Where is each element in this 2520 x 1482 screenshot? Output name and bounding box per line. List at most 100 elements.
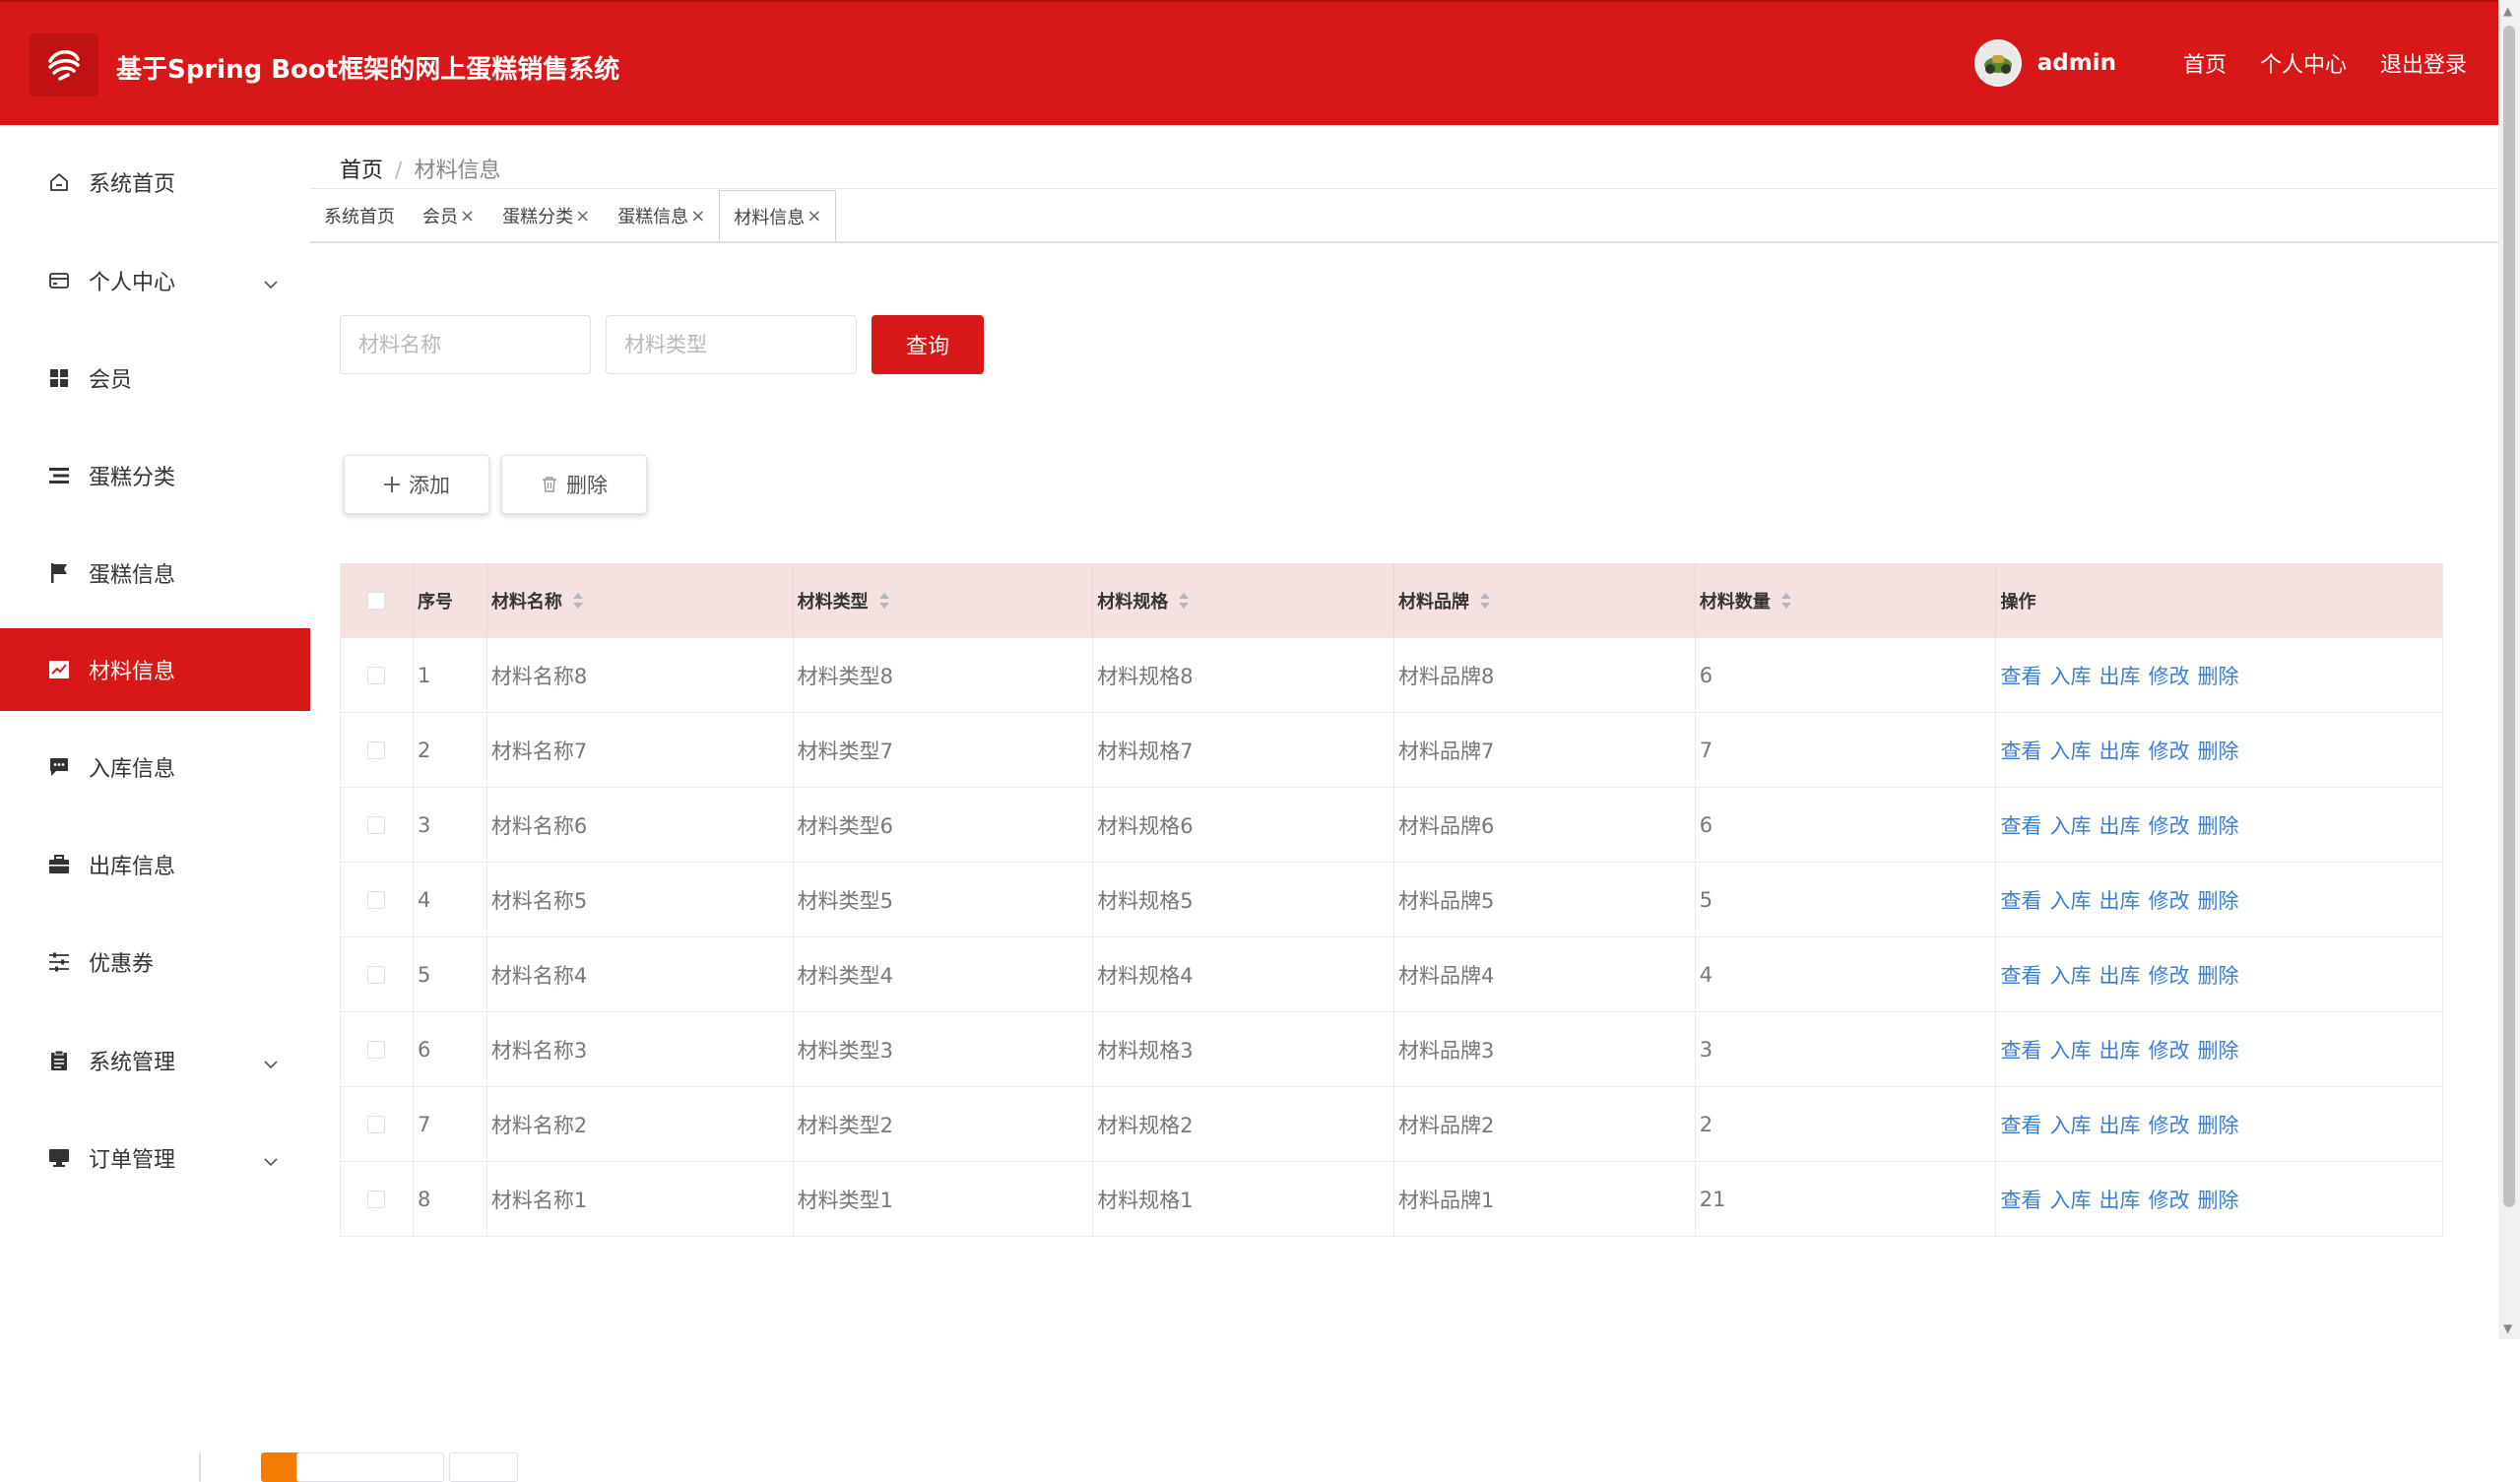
edit-link[interactable]: 修改 [2148,661,2189,690]
column-header-sortable[interactable]: 材料类型 [794,563,1094,637]
stock-out-link[interactable]: 出库 [2099,1035,2140,1064]
table-row[interactable]: 6 材料名称3 材料类型3 材料规格3 材料品牌3 3 查看 入库 出库 修改 删除 [341,1012,2442,1087]
close-icon[interactable]: × [575,206,590,226]
tab-home[interactable]: 系统首页 [310,190,409,241]
delete-link[interactable]: 删除 [2197,1035,2238,1064]
sidebar-item-cake-info[interactable]: 蛋糕信息 [0,532,310,614]
pagination-prev-button[interactable] [199,1452,201,1482]
stock-out-link[interactable]: 出库 [2099,736,2140,765]
view-link[interactable]: 查看 [2000,1035,2041,1064]
edit-link[interactable]: 修改 [2148,960,2189,990]
sort-icon[interactable] [1780,592,1792,610]
sidebar-item-cake-category[interactable]: 蛋糕分类 [0,434,310,517]
table-row[interactable]: 3 材料名称6 材料类型6 材料规格6 材料品牌6 6 查看 入库 出库 修改 删除 [341,788,2442,863]
header-link-logout[interactable]: 退出登录 [2380,47,2467,79]
view-link[interactable]: 查看 [2000,810,2041,840]
avatar[interactable] [1973,39,2022,87]
username[interactable]: admin [2037,50,2116,76]
pagination-size-select[interactable] [296,1452,444,1482]
tab-material-info[interactable]: 材料信息 × [719,190,837,241]
material-name-input[interactable] [340,315,591,374]
stock-in-link[interactable]: 入库 [2049,736,2091,765]
table-row[interactable]: 8 材料名称1 材料类型1 材料规格1 材料品牌1 21 查看 入库 出库 修改 删除 [341,1162,2442,1237]
table-row[interactable]: 2 材料名称7 材料类型7 材料规格7 材料品牌7 7 查看 入库 出库 修改 删除 [341,713,2442,788]
stock-out-link[interactable]: 出库 [2099,960,2140,990]
row-checkbox[interactable] [367,815,386,834]
scroll-down-arrow-icon[interactable]: ▼ [2503,1321,2512,1335]
header-link-home[interactable]: 首页 [2183,47,2227,79]
query-button[interactable]: 查询 [872,315,984,374]
delete-link[interactable]: 删除 [2197,810,2238,840]
sidebar-item-members[interactable]: 会员 [0,337,310,419]
sidebar-item-material-info[interactable]: 材料信息 [0,628,310,711]
stock-out-link[interactable]: 出库 [2099,1185,2140,1214]
row-checkbox[interactable] [367,741,386,759]
table-row[interactable]: 1 材料名称8 材料类型8 材料规格8 材料品牌8 6 查看 入库 出库 修改 删除 [341,638,2442,713]
sidebar-item-profile[interactable]: 个人中心 [0,239,310,322]
delete-link[interactable]: 删除 [2197,736,2238,765]
stock-out-link[interactable]: 出库 [2099,885,2140,915]
edit-link[interactable]: 修改 [2148,810,2189,840]
close-icon[interactable]: × [460,206,475,226]
stock-out-link[interactable]: 出库 [2099,661,2140,690]
column-header-sortable[interactable]: 材料名称 [487,563,794,637]
view-link[interactable]: 查看 [2000,1185,2041,1214]
breadcrumb-home[interactable]: 首页 [340,159,383,183]
edit-link[interactable]: 修改 [2148,1035,2189,1064]
view-link[interactable]: 查看 [2000,1110,2041,1139]
stock-in-link[interactable]: 入库 [2049,810,2091,840]
add-button[interactable]: 添加 [344,455,489,514]
material-type-input[interactable] [606,315,857,374]
stock-in-link[interactable]: 入库 [2049,661,2091,690]
column-header-sortable[interactable]: 材料数量 [1696,563,1997,637]
view-link[interactable]: 查看 [2000,661,2041,690]
column-header-sortable[interactable]: 材料品牌 [1394,563,1696,637]
view-link[interactable]: 查看 [2000,960,2041,990]
stock-in-link[interactable]: 入库 [2049,960,2091,990]
stock-out-link[interactable]: 出库 [2099,810,2140,840]
stock-out-link[interactable]: 出库 [2099,1110,2140,1139]
sidebar-item-home[interactable]: 系统首页 [0,141,310,224]
row-checkbox[interactable] [367,1115,386,1133]
scroll-up-arrow-icon[interactable]: ▲ [2503,4,2512,18]
sort-icon[interactable] [1178,592,1190,610]
page-scrollbar[interactable]: ▲ ▼ [2498,0,2520,1339]
stock-in-link[interactable]: 入库 [2049,885,2091,915]
pagination-jump-input[interactable] [449,1452,518,1482]
sidebar-item-stock-in[interactable]: 入库信息 [0,726,310,808]
close-icon[interactable]: × [807,206,821,226]
delete-link[interactable]: 删除 [2197,661,2238,690]
edit-link[interactable]: 修改 [2148,736,2189,765]
stock-in-link[interactable]: 入库 [2049,1110,2091,1139]
column-header-sortable[interactable]: 材料规格 [1093,563,1395,637]
edit-link[interactable]: 修改 [2148,1185,2189,1214]
tab-cake-info[interactable]: 蛋糕信息 × [604,190,719,241]
sidebar-item-stock-out[interactable]: 出库信息 [0,823,310,906]
scroll-thumb[interactable] [2503,26,2515,1207]
row-checkbox[interactable] [367,1040,386,1059]
view-link[interactable]: 查看 [2000,885,2041,915]
row-checkbox[interactable] [367,890,386,909]
close-icon[interactable]: × [690,206,705,226]
delete-link[interactable]: 删除 [2197,885,2238,915]
stock-in-link[interactable]: 入库 [2049,1185,2091,1214]
sort-icon[interactable] [878,592,890,610]
delete-button[interactable]: 删除 [501,455,647,514]
sort-icon[interactable] [572,592,584,610]
sidebar-item-system-admin[interactable]: 系统管理 [0,1019,310,1102]
delete-link[interactable]: 删除 [2197,960,2238,990]
edit-link[interactable]: 修改 [2148,1110,2189,1139]
row-checkbox[interactable] [367,666,386,684]
view-link[interactable]: 查看 [2000,736,2041,765]
stock-in-link[interactable]: 入库 [2049,1035,2091,1064]
row-checkbox[interactable] [367,965,386,984]
table-row[interactable]: 5 材料名称4 材料类型4 材料规格4 材料品牌4 4 查看 入库 出库 修改 删除 [341,937,2442,1012]
delete-link[interactable]: 删除 [2197,1110,2238,1139]
table-row[interactable]: 7 材料名称2 材料类型2 材料规格2 材料品牌2 2 查看 入库 出库 修改 删除 [341,1087,2442,1162]
header-link-profile[interactable]: 个人中心 [2260,47,2347,79]
sidebar-item-order-admin[interactable]: 订单管理 [0,1117,310,1199]
select-all-checkbox[interactable] [367,591,386,610]
row-checkbox[interactable] [367,1190,386,1208]
tab-cake-category[interactable]: 蛋糕分类 × [488,190,604,241]
table-row[interactable]: 4 材料名称5 材料类型5 材料规格5 材料品牌5 5 查看 入库 出库 修改 删除 [341,863,2442,937]
